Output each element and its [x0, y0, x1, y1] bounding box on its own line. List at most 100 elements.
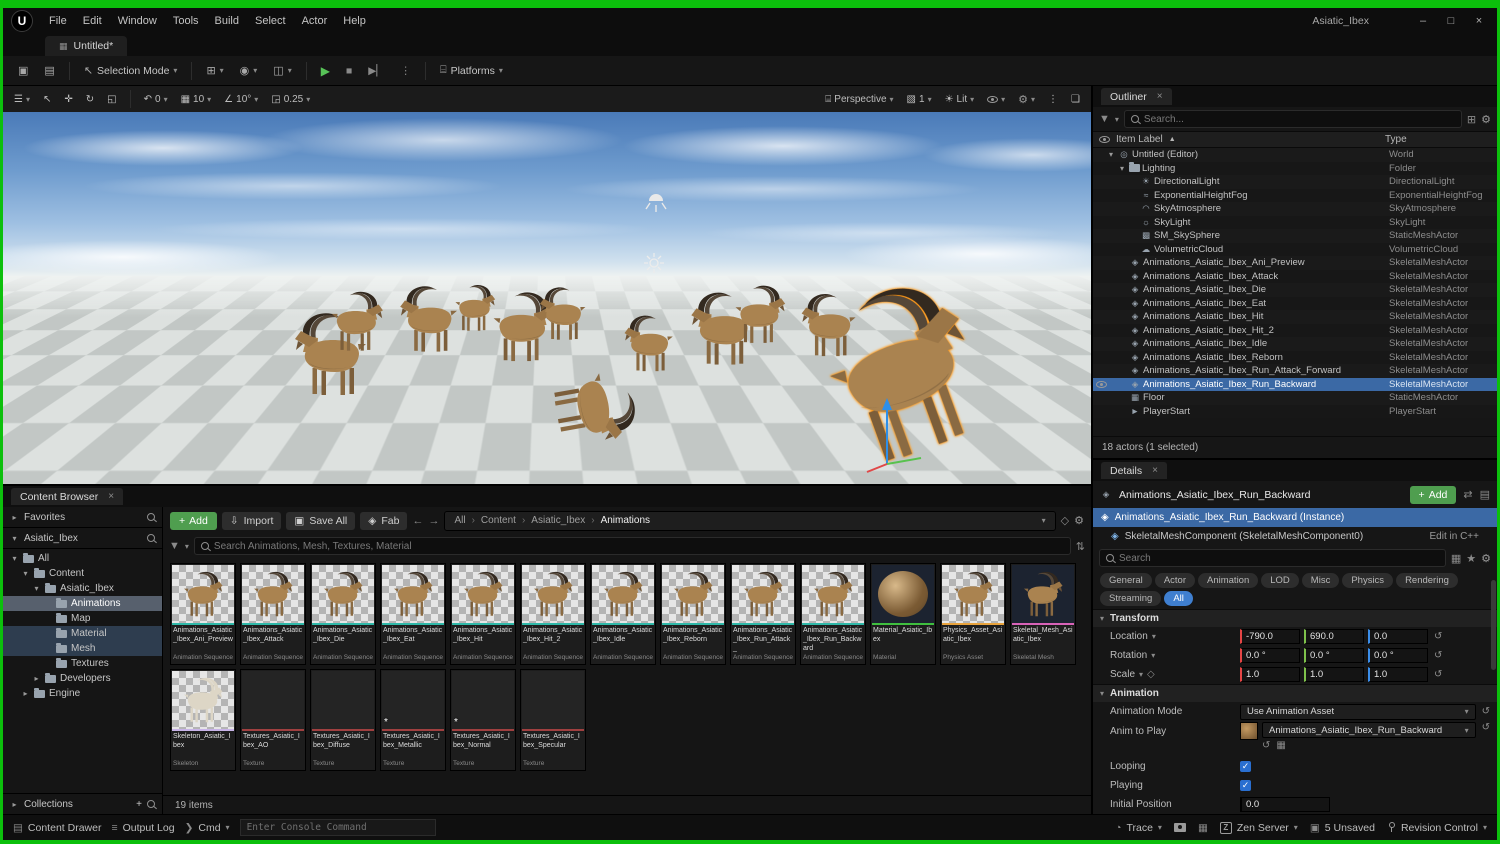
fab-button[interactable]: ◈ Fab: [360, 511, 408, 530]
scale-y-input[interactable]: [1304, 667, 1364, 682]
close-icon[interactable]: ×: [1152, 465, 1158, 476]
show-flags-dropdown[interactable]: ▾: [982, 93, 1010, 106]
rotation-y-input[interactable]: [1304, 648, 1364, 663]
browse-to-asset-icon[interactable]: ▦: [1276, 740, 1285, 751]
viewport-more-button[interactable]: ⋮: [1043, 92, 1063, 107]
location-z-input[interactable]: [1368, 629, 1428, 644]
filter-icon[interactable]: ▼: [169, 540, 180, 552]
close-button[interactable]: ×: [1465, 15, 1493, 27]
asset-tile[interactable]: Animations_Asiatic_Ibex_Hit Animation Seq…: [450, 563, 516, 665]
asset-tile[interactable]: * Textures_Asiatic_Ibex_Normal Texture: [450, 669, 516, 771]
outliner-row[interactable]: ◈ Animations_Asiatic_Ibex_Hit SkeletalMesh…: [1093, 310, 1497, 324]
folder-tree-item-engine[interactable]: ▸ Engine: [3, 686, 162, 701]
rotation-x-input[interactable]: [1240, 648, 1300, 663]
asset-tile[interactable]: * Textures_Asiatic_Ibex_Metallic Texture: [380, 669, 446, 771]
forward-button[interactable]: →: [428, 515, 439, 527]
eye-column-icon[interactable]: [1099, 136, 1110, 143]
folder-tree-item-textures[interactable]: Textures: [3, 656, 162, 671]
add-actor-dropdown[interactable]: ⊞ ▾: [199, 61, 230, 80]
favorites-header[interactable]: ▸ Favorites: [3, 507, 162, 527]
category-chip-rendering[interactable]: Rendering: [1396, 573, 1458, 588]
details-scrollbar[interactable]: [1491, 580, 1496, 670]
scale-snap-dropdown[interactable]: ◲ 0.25 ▾: [266, 92, 315, 107]
tab-outliner[interactable]: Outliner ×: [1101, 88, 1172, 105]
animation-mode-dropdown[interactable]: Use Animation Asset ▾: [1240, 703, 1476, 720]
screen-percentage-dropdown[interactable]: ▧ 1 ▾: [902, 92, 937, 107]
category-chip-physics[interactable]: Physics: [1342, 573, 1394, 588]
tab-content-browser[interactable]: Content Browser ×: [11, 488, 124, 505]
asset-tile[interactable]: Animations_Asiatic_Ibex_Ani_Preview Anima…: [170, 563, 236, 665]
outliner-row[interactable]: ◈ Animations_Asiatic_Ibex_Attack SkeletalM…: [1093, 269, 1497, 283]
sort-ascending-icon[interactable]: ▲: [1169, 136, 1176, 143]
tab-details[interactable]: Details ×: [1101, 462, 1167, 479]
favorite-star-icon[interactable]: ★: [1466, 552, 1476, 565]
menu-item-file[interactable]: File: [41, 15, 75, 27]
transform-gizmo[interactable]: [859, 392, 929, 477]
menu-item-help[interactable]: Help: [335, 15, 374, 27]
scale-tool-button[interactable]: ◱: [102, 92, 121, 107]
outliner-row[interactable]: ◈ Animations_Asiatic_Ibex_Run_Backward Ske…: [1093, 377, 1497, 391]
sources-header[interactable]: ▾ Asiatic_Ibex: [3, 528, 162, 548]
type-column[interactable]: Type: [1385, 134, 1491, 145]
play-button[interactable]: ▶: [314, 61, 337, 81]
ibex-actor[interactable]: [321, 288, 393, 354]
surface-snap-dropdown[interactable]: ↶ 0 ▾: [139, 92, 173, 107]
asset-tile[interactable]: Animations_Asiatic_Ibex_Run_Backward Anim…: [800, 563, 866, 665]
outliner-row[interactable]: ▾ ◎ Untitled (Editor) World: [1093, 148, 1497, 162]
outliner-row[interactable]: ▦ Floor StaticMeshActor: [1093, 391, 1497, 405]
outliner-row[interactable]: ◈ Animations_Asiatic_Ibex_Hit_2 SkeletalMe…: [1093, 323, 1497, 337]
browse-content-button[interactable]: ▤: [37, 61, 61, 80]
import-button[interactable]: ⇩ Import: [221, 511, 282, 530]
animation-section-header[interactable]: ▾ Animation: [1093, 684, 1497, 702]
outliner-search-input[interactable]: [1143, 113, 1455, 125]
scale-z-input[interactable]: [1368, 667, 1428, 682]
use-selected-asset-icon[interactable]: ↺: [1262, 740, 1270, 751]
outliner-row[interactable]: ► PlayerStart PlayerStart: [1093, 404, 1497, 418]
add-button[interactable]: + Add: [170, 511, 217, 530]
scale-label[interactable]: Scale ▾ ◇: [1110, 669, 1236, 680]
save-button[interactable]: ▣: [11, 61, 35, 80]
sort-settings-icon[interactable]: ⇅: [1076, 540, 1085, 553]
expander-caret-icon[interactable]: ▾: [21, 569, 30, 578]
location-label[interactable]: Location ▾: [1110, 631, 1236, 642]
breadcrumb-all[interactable]: All: [454, 515, 465, 526]
folder-tree-item-content[interactable]: ▾ Content: [3, 566, 162, 581]
asset-search-input[interactable]: [213, 540, 1064, 552]
folder-tree-item-all[interactable]: ▾ All: [3, 551, 162, 566]
reset-icon[interactable]: ↺: [1482, 706, 1490, 717]
asset-tile[interactable]: Animations_Asiatic_Ibex_Die Animation Seq…: [310, 563, 376, 665]
outliner-row[interactable]: ◠ SkyAtmosphere SkyAtmosphere: [1093, 202, 1497, 216]
folder-tree-item-animations[interactable]: Animations: [3, 596, 162, 611]
move-tool-button[interactable]: ✛: [59, 92, 77, 107]
anim-asset-thumbnail[interactable]: [1240, 722, 1258, 740]
details-search-input[interactable]: [1119, 552, 1439, 564]
directional-light-gizmo[interactable]: [643, 188, 669, 221]
folder-tree-item-map[interactable]: Map: [3, 611, 162, 626]
asset-tile[interactable]: Physics_Asset_Asiatic_Ibex Physics Asset: [940, 563, 1006, 665]
asset-tile[interactable]: Textures_Asiatic_Ibex_AO Texture: [240, 669, 306, 771]
menu-item-tools[interactable]: Tools: [165, 15, 207, 27]
gear-icon[interactable]: ⚙: [1481, 552, 1491, 565]
outliner-row[interactable]: ◈ Animations_Asiatic_Ibex_Ani_Preview Skel…: [1093, 256, 1497, 270]
folder-tree-item-asiatic_ibex[interactable]: ▾ Asiatic_Ibex: [3, 581, 162, 596]
location-y-input[interactable]: [1304, 629, 1364, 644]
search-icon[interactable]: [147, 534, 155, 542]
outliner-row[interactable]: ☼ SkyLight SkyLight: [1093, 215, 1497, 229]
close-icon[interactable]: ×: [108, 491, 114, 502]
ibex-actor[interactable]: [531, 284, 595, 343]
menu-item-edit[interactable]: Edit: [75, 15, 110, 27]
outliner-row[interactable]: ☀ DirectionalLight DirectionalLight: [1093, 175, 1497, 189]
expander-caret-icon[interactable]: ▾: [10, 554, 19, 563]
outliner-row[interactable]: ◈ Animations_Asiatic_Ibex_Eat SkeletalMesh…: [1093, 296, 1497, 310]
details-search-box[interactable]: [1099, 549, 1446, 567]
breadcrumb-asiatic_ibex[interactable]: Asiatic_Ibex: [531, 515, 585, 526]
viewport-settings-dropdown[interactable]: ⚙ ▾: [1013, 91, 1040, 108]
viewport-options-button[interactable]: ☰ ▾: [9, 92, 35, 107]
category-chip-general[interactable]: General: [1100, 573, 1152, 588]
cinematics-dropdown[interactable]: ◫ ▾: [266, 61, 298, 80]
edit-in-cpp-link[interactable]: Edit in C++: [1430, 531, 1479, 542]
folder-tree-item-developers[interactable]: ▸ Developers: [3, 671, 162, 686]
details-panel-icon[interactable]: ▤: [1480, 488, 1490, 501]
menu-item-select[interactable]: Select: [247, 15, 294, 27]
save-all-button[interactable]: ▣ Save All: [286, 511, 356, 530]
